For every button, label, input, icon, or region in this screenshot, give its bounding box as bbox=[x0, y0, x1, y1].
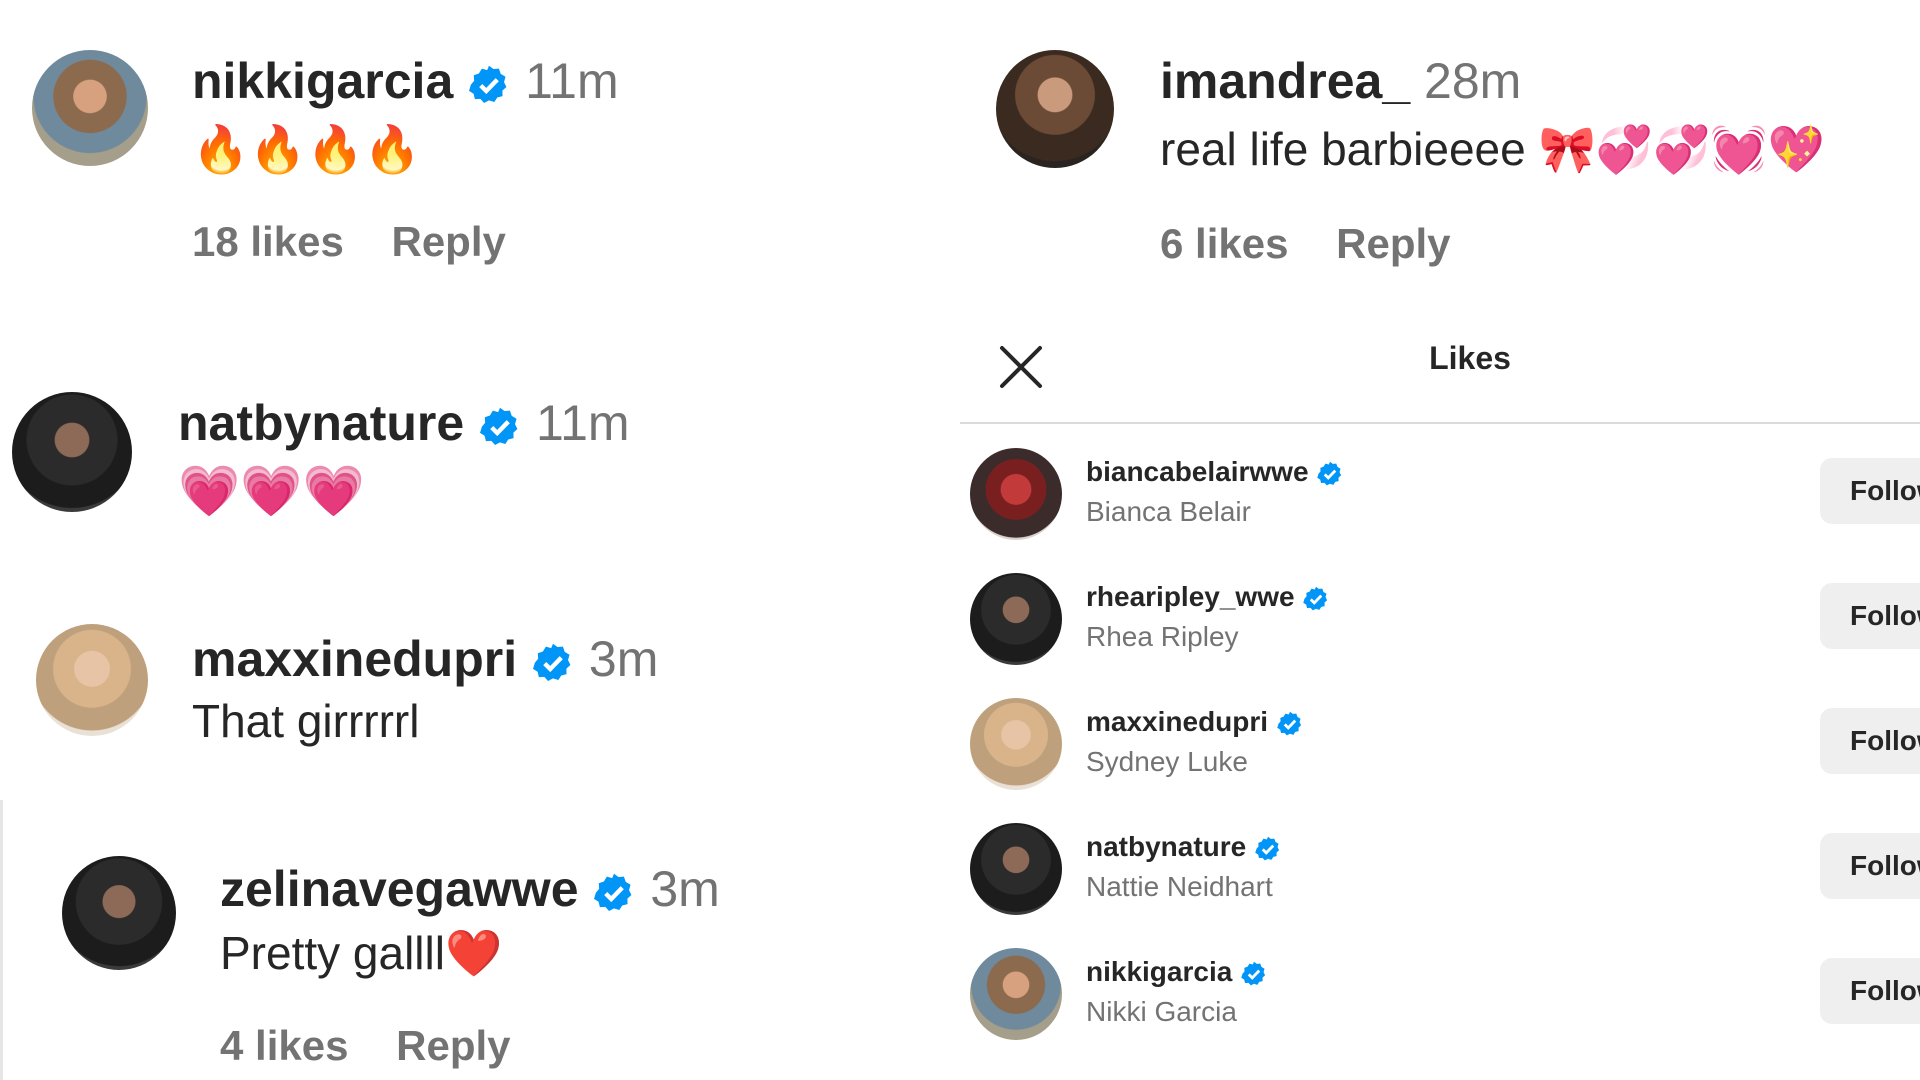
verified-badge-icon bbox=[1317, 461, 1342, 486]
comment-text: That girrrrrl bbox=[192, 695, 420, 747]
like-fullname: Nattie Neidhart bbox=[1086, 871, 1273, 902]
verified-badge-icon bbox=[469, 65, 507, 103]
like-fullname: Sydney Luke bbox=[1086, 746, 1248, 777]
verified-badge-icon bbox=[1241, 961, 1266, 986]
comment-username[interactable]: natbynature bbox=[178, 395, 464, 451]
likes-modal: Likes biancabelairwwe Bianca Belair Foll… bbox=[960, 310, 1920, 1080]
comment-text: 💗💗💗 bbox=[178, 463, 365, 519]
avatar[interactable] bbox=[970, 448, 1062, 540]
avatar[interactable] bbox=[36, 624, 148, 736]
avatar[interactable] bbox=[970, 823, 1062, 915]
comment-username[interactable]: imandrea_ bbox=[1160, 53, 1410, 109]
follow-button[interactable]: Follow bbox=[1820, 708, 1920, 774]
reply-button[interactable]: Reply bbox=[396, 1022, 510, 1069]
comment-username[interactable]: zelinavegawwe bbox=[220, 861, 579, 917]
like-username[interactable]: nikkigarcia bbox=[1086, 956, 1232, 987]
like-fullname: Bianca Belair bbox=[1086, 496, 1251, 527]
likes-count[interactable]: 4 likes bbox=[220, 1022, 348, 1069]
like-user-row[interactable]: biancabelairwwe Bianca Belair Follow bbox=[960, 436, 1920, 560]
like-fullname: Rhea Ripley bbox=[1086, 621, 1239, 652]
likes-count[interactable]: 6 likes bbox=[1160, 220, 1288, 267]
avatar[interactable] bbox=[970, 698, 1062, 790]
likes-modal-header: Likes bbox=[960, 310, 1920, 424]
comment-time: 11m bbox=[535, 395, 630, 451]
like-username[interactable]: natbynature bbox=[1086, 831, 1246, 862]
like-username[interactable]: biancabelairwwe bbox=[1086, 456, 1309, 487]
verified-badge-icon bbox=[533, 643, 571, 681]
comment-zelinavegawwe: zelinavegawwe 3m Pretty gallll❤️ 4 likes… bbox=[0, 830, 940, 1080]
follow-button[interactable]: Follow bbox=[1820, 958, 1920, 1024]
verified-badge-icon bbox=[1277, 711, 1301, 736]
comment-imandrea: imandrea_ 28m real life barbieeee 🎀💞💞💓💖 … bbox=[960, 0, 1920, 290]
like-username[interactable]: maxxinedupri bbox=[1086, 706, 1268, 737]
avatar[interactable] bbox=[970, 948, 1062, 1040]
like-user-row[interactable]: natbynature Nattie Neidhart Follow bbox=[960, 811, 1920, 935]
like-user-row[interactable]: nikkigarcia Nikki Garcia Follow bbox=[960, 936, 1920, 1060]
like-fullname: Nikki Garcia bbox=[1086, 996, 1237, 1027]
comment-time: 3m bbox=[588, 631, 659, 687]
avatar[interactable] bbox=[32, 50, 148, 166]
comment-username[interactable]: maxxinedupri bbox=[192, 631, 517, 687]
avatar[interactable] bbox=[996, 50, 1114, 168]
comment-text: Pretty gallll❤️ bbox=[220, 927, 503, 979]
comment-maxxinedupri: maxxinedupri 3m That girrrrrl bbox=[0, 600, 940, 760]
avatar[interactable] bbox=[12, 392, 132, 512]
avatar[interactable] bbox=[62, 856, 176, 970]
likes-count[interactable]: 18 likes bbox=[192, 218, 344, 265]
comment-text: 🔥🔥🔥🔥 bbox=[192, 123, 422, 175]
like-user-row[interactable]: maxxinedupri Sydney Luke Follow bbox=[960, 686, 1920, 810]
follow-button[interactable]: Follow bbox=[1820, 583, 1920, 649]
reply-button[interactable]: Reply bbox=[1336, 220, 1450, 267]
comment-text: real life barbieeee 🎀💞💞💓💖 bbox=[1160, 123, 1825, 175]
verified-badge-icon bbox=[1303, 586, 1328, 611]
verified-badge-icon bbox=[594, 873, 632, 911]
comment-nikkigarcia: nikkigarcia 11m 🔥🔥🔥🔥 18 likes Reply bbox=[0, 0, 940, 290]
like-user-row[interactable]: rhearipley_wwe Rhea Ripley Follow bbox=[960, 561, 1920, 685]
avatar[interactable] bbox=[970, 573, 1062, 665]
likes-modal-title: Likes bbox=[1429, 340, 1511, 376]
comment-username[interactable]: nikkigarcia bbox=[192, 53, 453, 109]
follow-button[interactable]: Follow bbox=[1820, 833, 1920, 899]
comment-time: 11m bbox=[525, 53, 619, 109]
comment-natbynature: natbynature 11m 💗💗💗 bbox=[0, 370, 940, 540]
comment-time: 28m bbox=[1424, 53, 1522, 109]
like-username[interactable]: rhearipley_wwe bbox=[1086, 581, 1295, 612]
verified-badge-icon bbox=[480, 407, 518, 445]
verified-badge-icon bbox=[1255, 836, 1280, 861]
follow-button[interactable]: Follow bbox=[1820, 458, 1920, 524]
reply-button[interactable]: Reply bbox=[391, 218, 505, 265]
comment-time: 3m bbox=[650, 861, 720, 917]
